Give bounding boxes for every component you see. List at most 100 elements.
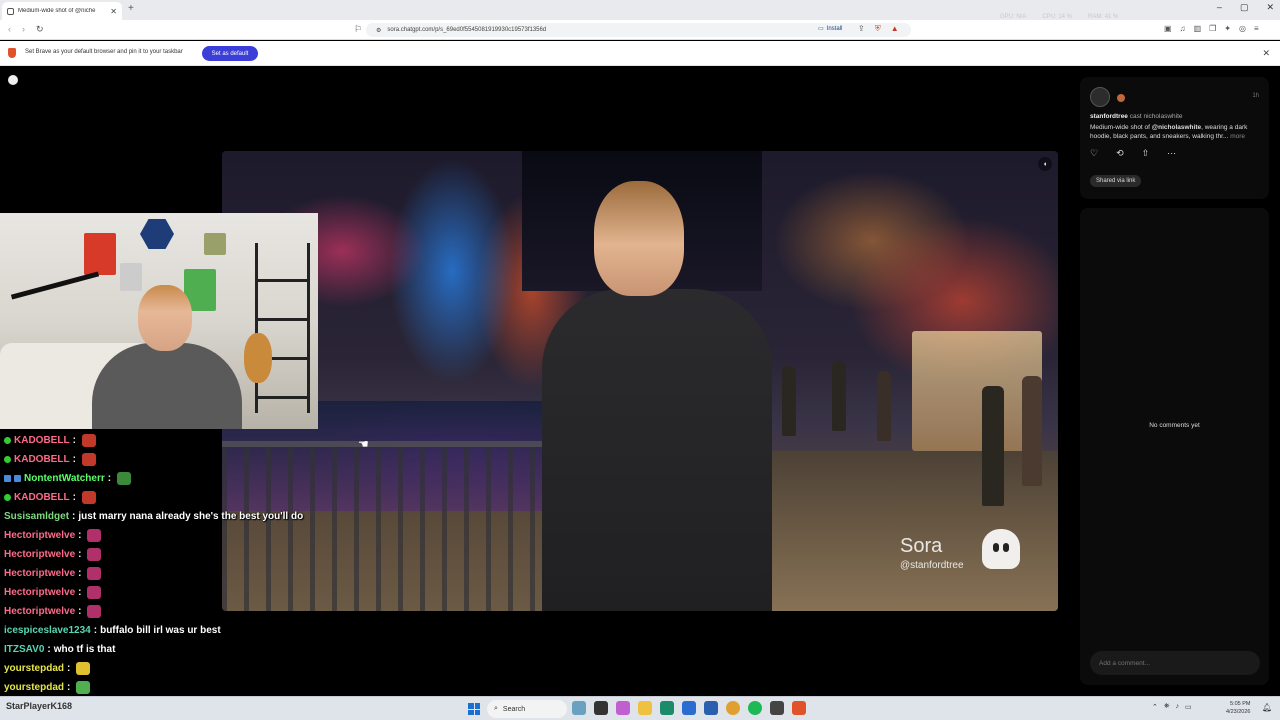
close-window-icon[interactable]: ✕ [1266, 2, 1274, 13]
video-pedestrian [982, 386, 1004, 506]
chat-username[interactable]: icespiceslave1234 [4, 625, 91, 636]
chat-username[interactable]: Hectoriptwelve [4, 549, 75, 560]
windows-start-icon[interactable] [468, 703, 480, 715]
chat-username[interactable]: KADOBELL [14, 492, 70, 503]
site-info-icon[interactable]: ⚙ [376, 27, 381, 34]
store-icon[interactable] [682, 701, 696, 715]
tab-manager-icon[interactable]: ❐ [1209, 24, 1216, 33]
taskbar-apps [572, 701, 806, 715]
share-icon[interactable]: ⇪ [858, 24, 865, 34]
chat-message: KADOBELL: [0, 431, 320, 450]
file-explorer-icon[interactable] [638, 701, 652, 715]
task-view-icon[interactable] [594, 701, 608, 715]
volume-icon[interactable]: ♪ [1175, 703, 1179, 711]
like-icon[interactable]: ♡ [1090, 148, 1098, 159]
chat-username[interactable]: KADOBELL [14, 454, 70, 465]
brave-icon[interactable] [792, 701, 806, 715]
close-infobar-icon[interactable]: ✕ [1262, 48, 1270, 59]
back-arrow-icon[interactable]: ‹ [8, 24, 11, 34]
brave-rewards-icon[interactable]: ▲ [891, 24, 899, 34]
taskbar-search[interactable]: ⌕ Search [487, 700, 567, 718]
cast-label[interactable]: cast nicholaswhite [1130, 113, 1183, 120]
widgets-icon[interactable] [572, 701, 586, 715]
bookmark-icon[interactable]: ⚐ [354, 24, 362, 35]
mute-icon[interactable]: ◖ [1038, 157, 1052, 171]
network-icon[interactable]: ⛯ [1164, 703, 1170, 711]
chat-message: yourstepdad: [0, 659, 320, 678]
chat-emote-icon [81, 491, 96, 504]
chat-message: Hectoriptwelve: [0, 545, 320, 564]
tab-title: Medium-wide shot of @niche [18, 8, 96, 14]
set-as-default-button[interactable]: Set as default [202, 46, 258, 61]
chat-separator: : [78, 530, 82, 541]
chat-badge-icon [4, 437, 11, 444]
clock-date: 4/23/2026 [1226, 709, 1251, 715]
no-comments-label: No comments yet [1149, 422, 1200, 429]
chat-emote-icon [87, 548, 102, 561]
sora-logo-icon[interactable] [8, 75, 18, 85]
chat-username[interactable]: ITZSAV0 [4, 644, 44, 655]
copilot-icon[interactable] [616, 701, 630, 715]
outlook-icon[interactable] [704, 701, 718, 715]
extensions-icon[interactable]: ✦ [1224, 24, 1231, 33]
author-name[interactable]: stanfordtree [1090, 113, 1128, 120]
vpn-icon[interactable]: ◎ [1239, 24, 1246, 33]
guitar [244, 333, 272, 383]
more-options-icon[interactable]: ⋯ [1167, 148, 1176, 159]
wall-poster [84, 233, 116, 275]
more-link[interactable]: more [1230, 133, 1245, 140]
menu-icon[interactable]: ≡ [1254, 24, 1259, 33]
tab-active[interactable]: Medium-wide shot of @niche ✕ [2, 2, 122, 20]
new-tab-icon[interactable]: + [128, 3, 134, 14]
chat-username[interactable]: Hectoriptwelve [4, 606, 75, 617]
music-icon[interactable]: ♫ [1180, 24, 1186, 33]
cameo-badge-icon [1117, 94, 1125, 102]
chat-username[interactable]: Hectoriptwelve [4, 568, 75, 579]
close-tab-icon[interactable]: ✕ [110, 7, 117, 16]
forward-arrow-icon[interactable]: › [22, 24, 25, 34]
minimize-icon[interactable]: – [1217, 2, 1222, 13]
chat-emote-icon [87, 605, 102, 618]
taskbar-clock[interactable]: 5:05 PM 4/23/2026 [1226, 700, 1250, 716]
chat-separator: : [67, 682, 71, 693]
chat-emote-icon [81, 434, 96, 447]
video-pedestrian [782, 366, 796, 436]
share-icon[interactable]: ⇧ [1142, 148, 1150, 159]
chat-username[interactable]: Susisamldget [4, 511, 69, 522]
spotify-icon[interactable] [748, 701, 762, 715]
wallet-icon[interactable]: ▣ [1164, 24, 1172, 33]
edge-icon[interactable] [660, 701, 674, 715]
chat-username[interactable]: Hectoriptwelve [4, 587, 75, 598]
avatar[interactable] [1090, 87, 1110, 107]
remix-icon[interactable]: ⟲ [1116, 148, 1124, 159]
obs-icon[interactable] [770, 701, 784, 715]
chat-username[interactable]: KADOBELL [14, 435, 70, 446]
chat-emote-icon [87, 529, 102, 542]
clock-time: 5:05 PM [1229, 701, 1251, 707]
chat-emote-icon [81, 453, 96, 466]
chat-message: NontentWatcherr: [0, 469, 320, 488]
streamer-head [138, 285, 192, 351]
desc-mention[interactable]: @nicholaswhite [1152, 124, 1201, 131]
install-icon: ▭ [818, 26, 824, 32]
toolbar-right-icons: ▣ ♫ ▥ ❐ ✦ ◎ ≡ [1164, 24, 1259, 33]
window-controls: – ▢ ✕ [1217, 2, 1274, 13]
brave-shields-icon[interactable]: ⛨ [875, 24, 881, 34]
install-label: Install [826, 25, 843, 32]
chat-username[interactable]: NontentWatcherr [24, 473, 105, 484]
chat-username[interactable]: yourstepdad [4, 682, 64, 693]
battery-icon[interactable]: ▭ [1185, 703, 1192, 711]
maximize-icon[interactable]: ▢ [1240, 2, 1249, 13]
notification-bell-icon[interactable]: 🔔︎ [1262, 703, 1272, 712]
chat-username[interactable]: Hectoriptwelve [4, 530, 75, 541]
chevron-up-icon[interactable]: ⌃ [1152, 703, 1158, 711]
reload-icon[interactable]: ↻ [36, 24, 44, 35]
sidebar-icon[interactable]: ▥ [1194, 24, 1202, 33]
video-player[interactable]: Sora @stanfordtree ◖ [222, 151, 1058, 611]
video-pedestrian [832, 361, 846, 431]
chrome-icon[interactable] [726, 701, 740, 715]
tab-bar: Medium-wide shot of @niche ✕ + GPU: N/A … [0, 0, 1280, 20]
chat-username[interactable]: yourstepdad [4, 663, 64, 674]
install-app-button[interactable]: ▭ Install [818, 25, 843, 33]
add-comment-input[interactable] [1090, 651, 1260, 675]
